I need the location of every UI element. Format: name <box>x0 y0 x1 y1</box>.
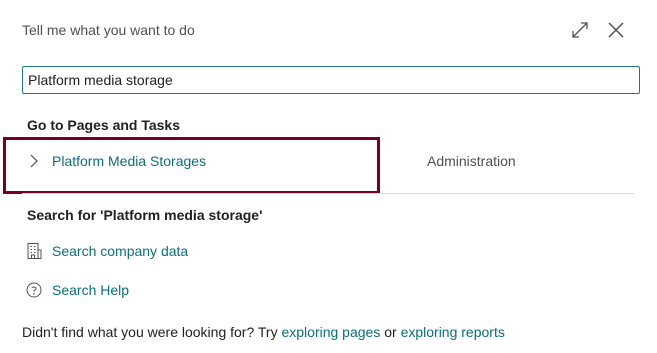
chevron-right-icon <box>30 154 38 168</box>
result-row-platform-media-storages[interactable]: Platform Media Storages Administration <box>22 145 634 179</box>
exploring-pages-link[interactable]: exploring pages <box>281 324 380 340</box>
help-icon <box>26 282 42 298</box>
close-button[interactable] <box>604 18 628 42</box>
result-category: Administration <box>427 153 516 169</box>
footer-middle: or <box>380 324 401 340</box>
search-company-data-label: Search company data <box>52 243 189 259</box>
search-company-data-link[interactable]: Search company data <box>26 240 188 262</box>
search-help-label: Search Help <box>52 282 130 298</box>
expand-icon <box>572 22 588 38</box>
search-for-heading: Search for 'Platform media storage' <box>27 207 263 223</box>
dialog-title: Tell me what you want to do <box>22 22 195 38</box>
section-divider <box>22 193 634 194</box>
search-input[interactable] <box>22 66 640 94</box>
tell-me-dialog: Tell me what you want to do Go to Pages … <box>0 0 657 353</box>
building-icon <box>27 243 42 259</box>
exploring-reports-link[interactable]: exploring reports <box>401 324 505 340</box>
goto-section-heading: Go to Pages and Tasks <box>27 117 181 133</box>
result-name: Platform Media Storages <box>52 153 207 169</box>
close-icon <box>608 22 624 38</box>
expand-button[interactable] <box>568 18 592 42</box>
footer-prefix: Didn't find what you were looking for? T… <box>22 324 282 340</box>
search-help-link[interactable]: Search Help <box>26 279 129 301</box>
footer-text: Didn't find what you were looking for? T… <box>22 324 505 340</box>
